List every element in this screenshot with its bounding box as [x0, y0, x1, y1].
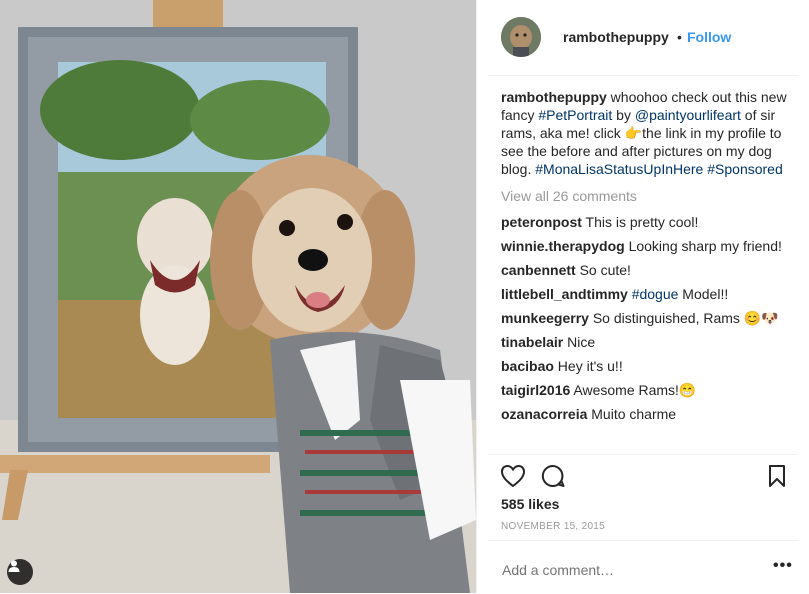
caption-username[interactable]: rambothepuppy [501, 89, 607, 105]
hashtag-link[interactable]: #PetPortrait [538, 107, 612, 123]
comment-text: So distinguished, Rams 😊🐶 [588, 310, 779, 326]
comment-text: Nice [563, 334, 596, 350]
comment-text: Awesome Rams!😁 [570, 382, 697, 398]
follow-button[interactable]: Follow [687, 29, 731, 45]
comment-item: munkeegerry So distinguished, Rams 😊🐶 [501, 309, 791, 327]
comment-username[interactable]: tinabelair [501, 334, 563, 350]
hashtag-link[interactable]: #MonaLisaStatusUpInHere [535, 161, 703, 177]
action-bar [488, 454, 798, 495]
comment-text: This is pretty cool! [581, 214, 699, 230]
post-side-panel: rambothepuppy • Follow rambothepuppy who… [476, 0, 809, 593]
comment-text: Model!! [678, 286, 729, 302]
comment-item: taigirl2016 Awesome Rams!😁 [501, 381, 791, 399]
post-date: NOVEMBER 15, 2015 [501, 521, 606, 532]
view-all-comments-link[interactable]: View all 26 comments [501, 187, 791, 205]
comment-item: canbennett So cute! [501, 261, 791, 279]
bookmark-icon [769, 465, 785, 487]
mention-link[interactable]: @paintyourlifeart [635, 107, 741, 123]
comment-text: So cute! [575, 262, 631, 278]
header-username[interactable]: rambothepuppy [563, 29, 669, 45]
hashtag-link[interactable]: #Sponsored [707, 161, 783, 177]
comment-username[interactable]: ozanacorreia [501, 406, 587, 422]
hashtag-link[interactable]: #dogue [628, 286, 679, 302]
comment-item: littlebell_andtimmy #dogue Model!! [501, 285, 791, 303]
comment-item: bacibao Hey it's u!! [501, 357, 791, 375]
photo-illustration [0, 0, 476, 593]
comment-username[interactable]: littlebell_andtimmy [501, 286, 628, 302]
comment-text: Muito charme [587, 406, 677, 422]
comment-item: winnie.therapydog Looking sharp my frien… [501, 237, 791, 255]
comment-bubble-icon [541, 464, 565, 487]
comment-item: ozanacorreia Muito charme [501, 405, 791, 423]
separator-dot: • [677, 29, 682, 45]
comment-username[interactable]: winnie.therapydog [501, 238, 625, 254]
comment-text: Hey it's u!! [553, 358, 623, 374]
comment-text: Looking sharp my friend! [624, 238, 782, 254]
pointing-hand-emoji: 👉 [624, 125, 643, 141]
post-caption: rambothepuppy whoohoo check out this new… [501, 88, 791, 178]
more-options-button[interactable]: ••• [773, 557, 793, 575]
comment-item: peteronpost This is pretty cool! [501, 213, 791, 231]
add-comment-input[interactable] [500, 561, 754, 579]
post-header: rambothepuppy • Follow [488, 0, 798, 76]
comment-item: tinabelair Nice [501, 333, 791, 351]
like-button[interactable] [500, 463, 526, 489]
add-comment-section: ••• [488, 540, 798, 594]
post-photo[interactable] [0, 0, 476, 593]
avatar[interactable] [501, 17, 541, 57]
caption-text: by [612, 107, 635, 123]
heart-icon [500, 464, 526, 488]
tagged-people-button[interactable] [7, 559, 33, 585]
comment-username[interactable]: canbennett [501, 262, 576, 278]
comment-username[interactable]: peteronpost [501, 214, 582, 230]
comment-username[interactable]: munkeegerry [501, 310, 589, 326]
comment-username[interactable]: taigirl2016 [501, 382, 570, 398]
avatar-image [501, 17, 541, 57]
comment-username[interactable]: bacibao [501, 358, 554, 374]
comment-button[interactable] [540, 463, 566, 489]
like-count[interactable]: 585 likes [501, 496, 559, 512]
save-button[interactable] [764, 463, 790, 489]
comments-list: rambothepuppy whoohoo check out this new… [501, 88, 791, 454]
person-tag-icon [8, 560, 20, 572]
